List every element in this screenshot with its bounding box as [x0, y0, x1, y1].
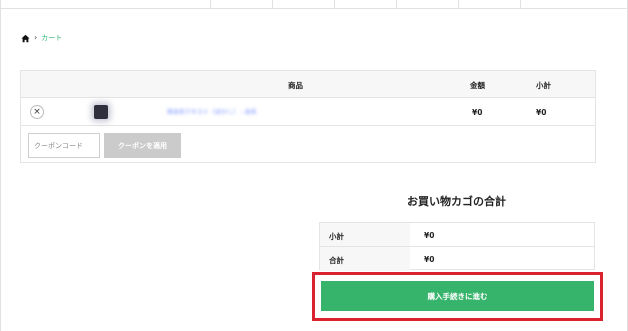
cart-totals-title: お買い物カゴの合計 [407, 195, 506, 208]
header-product: 商品 [288, 81, 303, 90]
cart-table: 商品 金額 小計 × 商品名テキスト（ぼかし） - 品名 ¥0 ¥0 クーポンを… [20, 70, 596, 163]
header-price: 金額 [470, 81, 485, 90]
item-price: ¥0 [472, 108, 483, 117]
home-icon[interactable] [21, 34, 30, 43]
breadcrumb-separator: › [34, 33, 38, 42]
totals-row-total: 合計 ¥0 [320, 247, 594, 271]
totals-row-subtotal: 小計 ¥0 [320, 223, 594, 247]
nav-item[interactable] [210, 0, 272, 9]
apply-coupon-button[interactable]: クーポンを適用 [104, 133, 181, 158]
proceed-to-checkout-button[interactable]: 購入手続きに進む [321, 281, 594, 311]
header-subtotal: 小計 [536, 81, 551, 90]
cart-row: × 商品名テキスト（ぼかし） - 品名 ¥0 ¥0 [21, 98, 595, 126]
totals-subtotal-label: 小計 [320, 223, 410, 246]
totals-total-value: ¥0 [424, 255, 435, 264]
product-name-link[interactable]: 商品名テキスト（ぼかし） - 品名 [167, 107, 285, 114]
cart-totals-table: 小計 ¥0 合計 ¥0 [319, 222, 595, 271]
product-thumbnail[interactable] [94, 105, 108, 119]
breadcrumb-current[interactable]: カート [41, 33, 62, 43]
coupon-row: クーポンを適用 [21, 127, 595, 163]
cart-table-header: 商品 金額 小計 [21, 71, 595, 98]
nav-item[interactable] [520, 0, 582, 9]
nav-item[interactable] [458, 0, 520, 9]
item-subtotal: ¥0 [536, 108, 547, 117]
nav-item[interactable] [334, 0, 396, 9]
top-navigation [0, 0, 628, 9]
coupon-code-input[interactable] [28, 133, 100, 158]
totals-subtotal-value: ¥0 [424, 231, 435, 240]
nav-item[interactable] [396, 0, 458, 9]
remove-item-button[interactable]: × [30, 105, 44, 119]
breadcrumb: › カート [21, 33, 62, 43]
nav-item[interactable] [272, 0, 334, 9]
totals-total-label: 合計 [320, 247, 410, 271]
